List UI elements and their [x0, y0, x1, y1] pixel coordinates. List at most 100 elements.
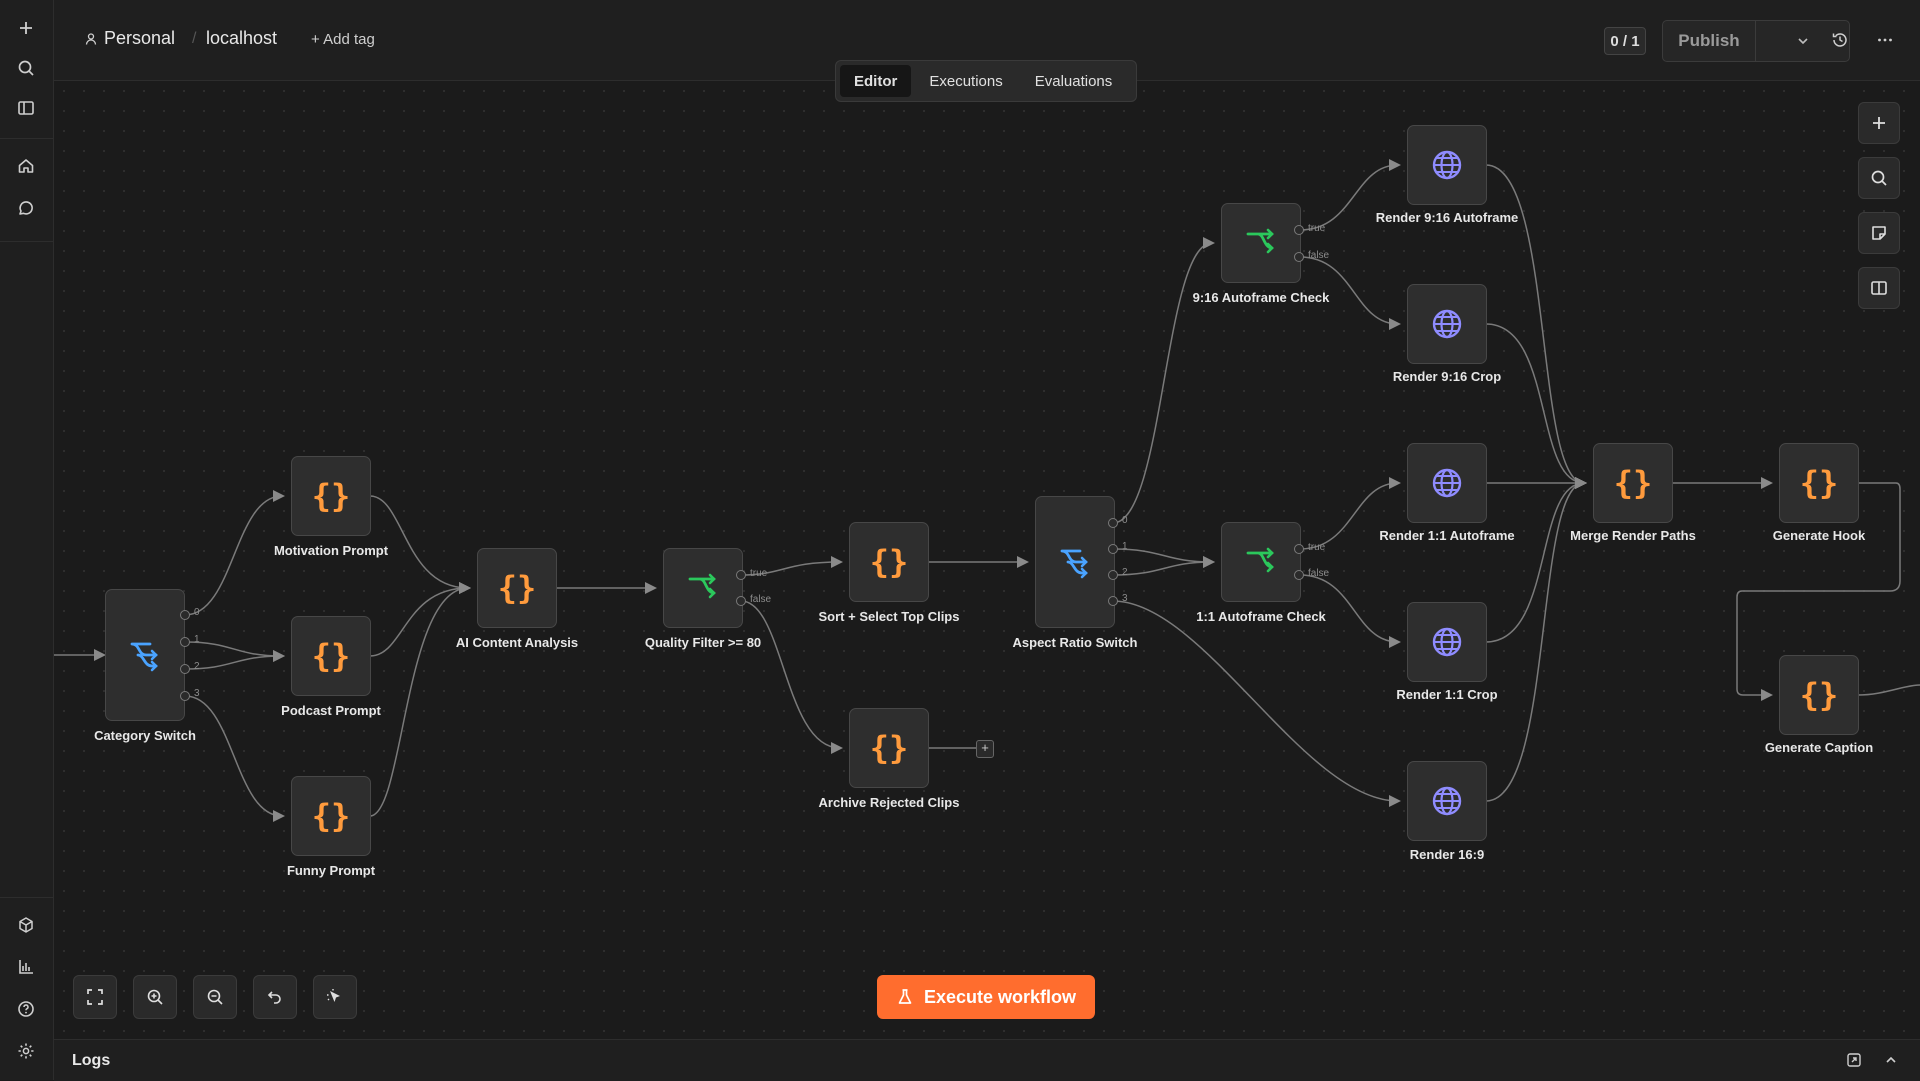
add-node-button[interactable]: +	[976, 740, 994, 758]
code-braces-icon: {}	[1613, 464, 1653, 502]
output-port-false[interactable]	[736, 596, 746, 606]
output-port-true[interactable]	[1294, 225, 1304, 235]
add-tag-button[interactable]: + Add tag	[311, 31, 375, 48]
help-icon[interactable]	[13, 996, 39, 1022]
add-node-tool[interactable]	[1858, 102, 1900, 144]
search-nodes-tool[interactable]	[1858, 157, 1900, 199]
output-port-false[interactable]	[1294, 252, 1304, 262]
node-ai-content-analysis[interactable]: {}	[477, 548, 557, 628]
workflow-name[interactable]: localhost	[206, 28, 277, 49]
port-label: 2	[1122, 567, 1128, 578]
output-port-false[interactable]	[1294, 570, 1304, 580]
output-port[interactable]	[1108, 570, 1118, 580]
more-options-icon[interactable]	[1873, 28, 1897, 52]
insights-icon[interactable]	[13, 954, 39, 980]
port-label: 0	[1122, 515, 1128, 526]
node-autoframe-check-916[interactable]	[1221, 203, 1301, 283]
if-icon	[688, 573, 716, 599]
breadcrumb-project[interactable]: Personal	[84, 28, 175, 49]
connection	[1112, 237, 1215, 524]
port-label: false	[1308, 568, 1330, 579]
node-label: Render 9:16 Autoframe	[1375, 210, 1519, 225]
tidy-up-button[interactable]	[313, 975, 357, 1019]
undo-button[interactable]	[253, 975, 297, 1019]
node-aspect-ratio-switch[interactable]	[1035, 496, 1115, 628]
globe-icon	[1432, 468, 1462, 498]
code-braces-icon: {}	[869, 729, 909, 767]
port-label: 2	[194, 661, 200, 672]
panel-toggle-tool[interactable]	[1858, 267, 1900, 309]
zoom-out-icon	[207, 989, 223, 1005]
zoom-in-button[interactable]	[133, 975, 177, 1019]
tab-editor[interactable]: Editor	[840, 65, 912, 97]
sticky-note-tool[interactable]	[1858, 212, 1900, 254]
port-label: true	[1308, 542, 1326, 553]
output-port[interactable]	[1108, 518, 1118, 528]
fit-view-button[interactable]	[73, 975, 117, 1019]
node-label: AI Content Analysis	[455, 635, 579, 650]
node-motivation-prompt[interactable]: {}	[291, 456, 371, 536]
code-braces-icon: {}	[311, 797, 351, 835]
sidebar-toggle-icon[interactable]	[13, 95, 39, 121]
node-render-916-autoframe[interactable]	[1407, 125, 1487, 205]
node-label: Render 9:16 Crop	[1392, 369, 1502, 384]
node-funny-prompt[interactable]: {}	[291, 776, 371, 856]
node-render-11-crop[interactable]	[1407, 602, 1487, 682]
code-braces-icon: {}	[497, 569, 537, 607]
node-label: Render 16:9	[1409, 847, 1485, 862]
node-podcast-prompt[interactable]: {}	[291, 616, 371, 696]
output-port-true[interactable]	[1294, 544, 1304, 554]
logs-panel[interactable]: Logs	[54, 1039, 1920, 1081]
node-render-169[interactable]	[1407, 761, 1487, 841]
connection	[1485, 323, 1587, 489]
output-port[interactable]	[1108, 544, 1118, 554]
publish-button[interactable]: Publish	[1663, 21, 1756, 61]
node-render-916-crop[interactable]	[1407, 284, 1487, 364]
tab-executions[interactable]: Executions	[915, 65, 1016, 97]
node-archive-rejected[interactable]: {}	[849, 708, 929, 788]
node-generate-caption[interactable]: {}	[1779, 655, 1859, 735]
node-merge-render-paths[interactable]: {}	[1593, 443, 1673, 523]
zoom-in-icon	[147, 989, 163, 1005]
node-label: Sort + Select Top Clips	[818, 609, 960, 624]
node-label: Quality Filter >= 80	[644, 635, 762, 650]
execute-workflow-button[interactable]: Execute workflow	[877, 975, 1095, 1019]
zoom-out-button[interactable]	[193, 975, 237, 1019]
connection	[1485, 477, 1587, 643]
output-port[interactable]	[180, 664, 190, 674]
node-render-11-autoframe[interactable]	[1407, 443, 1487, 523]
node-category-switch[interactable]	[105, 589, 185, 721]
output-port[interactable]	[180, 691, 190, 701]
search-icon[interactable]	[13, 55, 39, 81]
tab-evaluations[interactable]: Evaluations	[1021, 65, 1127, 97]
node-sort-select[interactable]: {}	[849, 522, 929, 602]
chevron-up-icon[interactable]	[1884, 1053, 1898, 1067]
node-label: Category Switch	[94, 728, 196, 743]
settings-icon[interactable]	[13, 1038, 39, 1064]
history-icon[interactable]	[1828, 28, 1852, 52]
panel-icon	[1871, 281, 1887, 295]
output-port-true[interactable]	[736, 570, 746, 580]
output-port[interactable]	[180, 637, 190, 647]
view-tabs: Editor Executions Evaluations	[835, 60, 1137, 102]
flask-icon	[898, 989, 912, 1004]
node-quality-filter[interactable]	[663, 548, 743, 628]
node-label: Archive Rejected Clips	[818, 795, 960, 810]
magic-cursor-icon	[327, 989, 340, 1002]
home-icon[interactable]	[13, 153, 39, 179]
pop-out-icon[interactable]	[1846, 1052, 1862, 1068]
add-icon[interactable]	[13, 15, 39, 41]
workflow-canvas[interactable]: Category Switch 0 1 2 3 {} Motivation Pr…	[54, 81, 1920, 1038]
publish-button-group: Publish	[1662, 20, 1850, 62]
plus-icon	[1873, 117, 1885, 129]
node-autoframe-check-11[interactable]	[1221, 522, 1301, 602]
chat-icon[interactable]	[13, 196, 39, 222]
node-generate-hook[interactable]: {}	[1779, 443, 1859, 523]
globe-icon	[1432, 309, 1462, 339]
divider	[0, 241, 53, 242]
templates-icon[interactable]	[13, 912, 39, 938]
output-port[interactable]	[180, 610, 190, 620]
output-port[interactable]	[1108, 596, 1118, 606]
port-label: true	[750, 568, 768, 579]
code-braces-icon: {}	[869, 543, 909, 581]
